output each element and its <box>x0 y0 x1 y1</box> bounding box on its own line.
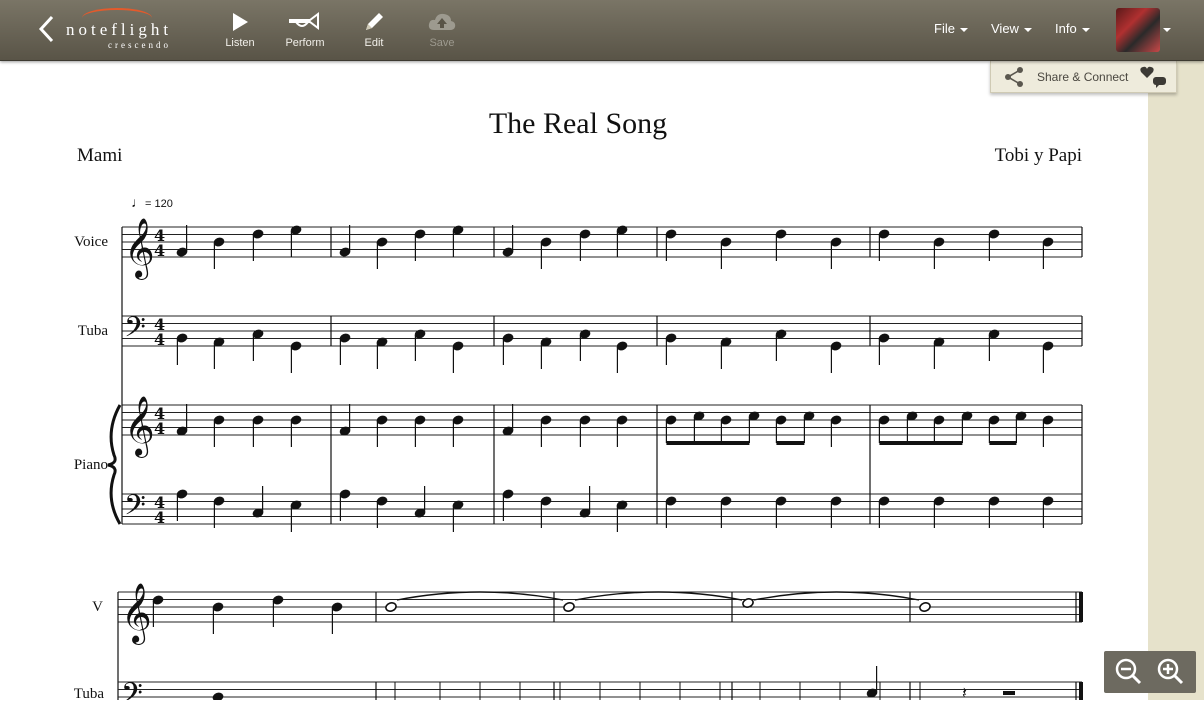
info-menu[interactable]: Info <box>1055 21 1090 36</box>
noteflight-logo[interactable]: noteflight crescendo <box>66 8 186 54</box>
heart-comment-icon[interactable] <box>1139 64 1169 90</box>
zoom-out-icon <box>1115 658 1142 685</box>
zoom-in-icon <box>1157 658 1184 685</box>
view-menu-label: View <box>991 21 1019 36</box>
treble-clef-icon: 𝄞 <box>121 583 152 645</box>
file-menu-label: File <box>934 21 955 36</box>
top-toolbar: noteflight crescendo Listen Perform Edit… <box>0 0 1204 61</box>
chevron-down-icon <box>959 27 968 32</box>
share-icon <box>1005 67 1023 87</box>
zoom-controls <box>1104 651 1196 693</box>
share-connect-panel[interactable]: Share & Connect <box>990 61 1177 93</box>
time-signature-bottom: 4 <box>154 330 165 349</box>
music-score[interactable]: 𝄞 44𝄢 44𝄞 44𝄢 44𝄞𝄢 𝄽 <box>0 0 1148 700</box>
cloud-upload-icon <box>428 13 456 30</box>
back-button[interactable] <box>34 14 58 44</box>
time-signature-bottom: 4 <box>154 241 165 260</box>
quarter-rest: 𝄽 <box>962 683 967 700</box>
edit-label: Edit <box>364 37 384 49</box>
zoom-in-button[interactable] <box>1154 656 1188 688</box>
chevron-down-icon[interactable] <box>1163 28 1171 32</box>
note-head <box>563 602 575 612</box>
share-connect-label: Share & Connect <box>1037 70 1129 84</box>
note-head <box>212 692 224 700</box>
half-rest <box>1003 691 1015 695</box>
pencil-icon <box>366 13 383 30</box>
perform-label: Perform <box>285 37 325 49</box>
bass-clef-icon: 𝄢 <box>124 311 146 351</box>
note-head <box>385 602 397 612</box>
tie-arc <box>396 591 564 601</box>
edit-button[interactable]: Edit <box>346 10 402 56</box>
time-signature-bottom: 4 <box>154 419 165 438</box>
chevron-down-icon <box>1081 27 1090 32</box>
view-menu[interactable]: View <box>991 21 1032 36</box>
logo-word: noteflight <box>66 20 173 39</box>
bass-clef-icon: 𝄢 <box>124 489 146 529</box>
tie-arc <box>753 591 920 601</box>
user-avatar[interactable] <box>1116 8 1160 52</box>
time-signature-bottom: 4 <box>154 508 165 527</box>
save-button[interactable]: Save <box>414 10 470 56</box>
logo-subtitle: crescendo <box>108 40 171 50</box>
treble-clef-icon: 𝄞 <box>124 218 155 280</box>
bass-clef-icon: 𝄢 <box>121 677 143 700</box>
perform-button[interactable]: Perform <box>277 10 333 56</box>
chevron-left-icon <box>38 15 54 43</box>
info-menu-label: Info <box>1055 21 1077 36</box>
listen-button[interactable]: Listen <box>212 10 268 56</box>
save-label: Save <box>429 37 455 49</box>
right-side-strip <box>1148 60 1204 700</box>
tie-arc <box>574 591 743 601</box>
chevron-down-icon <box>1023 27 1032 32</box>
file-menu[interactable]: File <box>934 21 968 36</box>
trumpet-icon <box>289 12 319 30</box>
treble-clef-icon: 𝄞 <box>124 396 155 458</box>
listen-label: Listen <box>225 37 255 49</box>
zoom-out-button[interactable] <box>1112 656 1146 688</box>
piano-brace <box>107 404 122 525</box>
note-head <box>919 602 931 612</box>
play-icon <box>233 13 248 31</box>
